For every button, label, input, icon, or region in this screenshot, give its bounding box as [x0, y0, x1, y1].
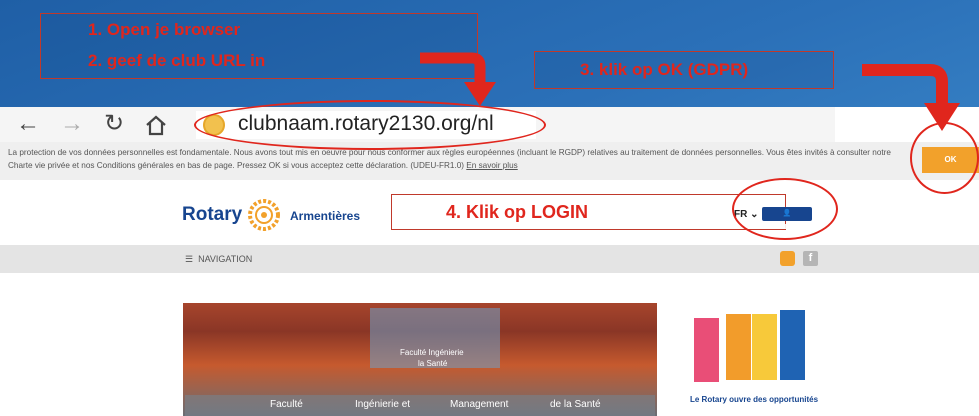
hero-word: de la Santé — [550, 399, 601, 410]
annotation-step-3: 3. klik op OK (GDPR) — [580, 60, 749, 79]
door-blue — [780, 310, 805, 380]
calendar-icon[interactable] — [780, 251, 795, 266]
rotary-wheel-icon[interactable] — [246, 197, 282, 233]
navigation-menu[interactable]: ☰ NAVIGATION — [185, 254, 252, 265]
door-pink — [694, 318, 719, 382]
annotation-step-2: 2. geef de club URL in — [88, 51, 266, 70]
hero-banner-line1: Faculté Ingénierie — [400, 348, 464, 357]
hero-word: Faculté — [270, 399, 303, 410]
gdpr-more-link[interactable]: En savoir plus — [466, 161, 517, 170]
home-icon[interactable] — [144, 114, 168, 136]
rotary-logo-text[interactable]: Rotary — [182, 204, 242, 226]
site-navigation-bar — [0, 245, 979, 273]
facebook-icon[interactable]: f — [803, 251, 818, 266]
annotation-step-1: 1. Open je browser — [88, 20, 241, 39]
gdpr-text: La protection de vos données personnelle… — [8, 148, 891, 170]
ad-caption: Le Rotary ouvre des opportunités — [690, 395, 819, 404]
hero-word: Management — [450, 399, 509, 410]
arrow-down-to-ok-icon — [862, 64, 960, 131]
door-orange — [726, 314, 751, 380]
door-yellow — [752, 314, 777, 380]
reload-icon[interactable]: ↻ — [104, 111, 124, 137]
arrow-down-to-url-icon — [420, 52, 496, 106]
forward-arrow-icon[interactable]: → — [60, 111, 84, 137]
hero-banner-line2: la Santé — [418, 359, 448, 368]
back-arrow-icon[interactable]: ← — [16, 111, 40, 137]
login-highlight-ellipse — [732, 178, 838, 240]
annotation-step-4: 4. Klik op LOGIN — [446, 202, 589, 222]
hero-word: Ingénierie et — [355, 399, 411, 410]
club-name[interactable]: Armentières — [290, 209, 360, 223]
